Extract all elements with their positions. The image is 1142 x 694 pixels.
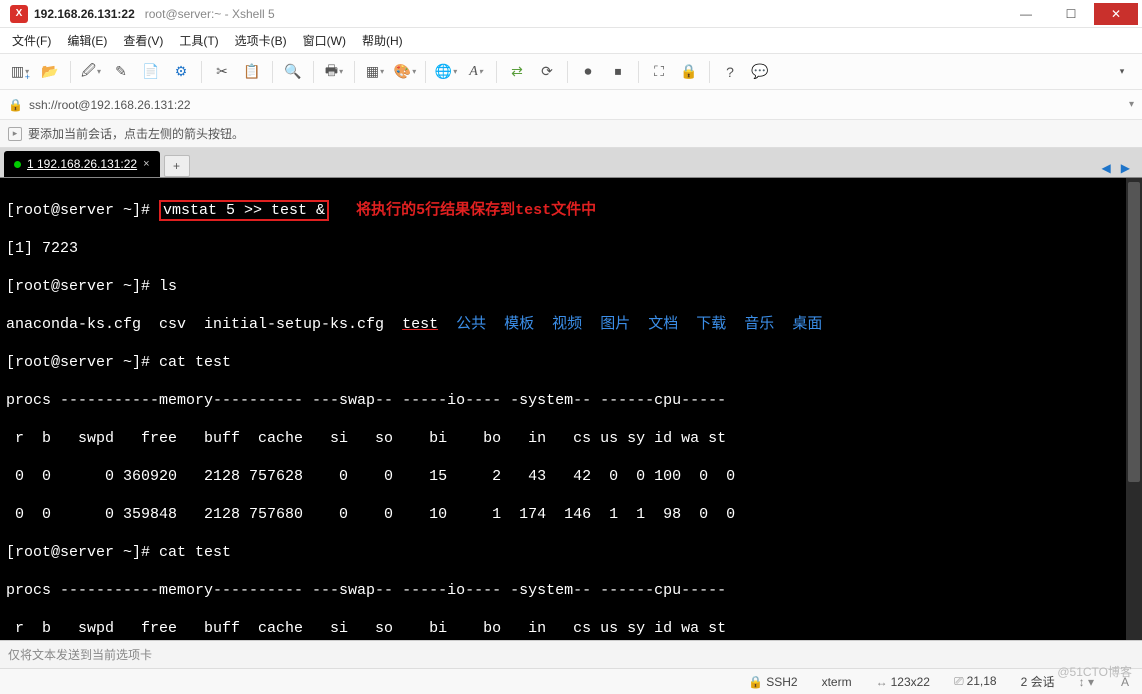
vmstat-cols: r b swpd free buff cache si so bi bo in …: [6, 619, 1136, 638]
prompt: [root@server ~]#: [6, 354, 159, 371]
search-icon[interactable]: 🔍: [281, 60, 305, 84]
vmstat-row: 0 0 0 360920 2128 757628 0 0 15 2 43 42 …: [6, 467, 1136, 486]
vmstat-row: 0 0 0 359848 2128 757680 0 0 10 1 174 14…: [6, 505, 1136, 524]
address-bar: 🔒 ssh://root@192.168.26.131:22 ▾: [0, 90, 1142, 120]
properties-icon[interactable]: 📄: [139, 60, 163, 84]
menu-tools[interactable]: 工具(T): [179, 32, 218, 49]
tab-label: 1 192.168.26.131:22: [27, 157, 137, 171]
colors-icon[interactable]: 🎨▾: [393, 60, 417, 84]
title-sub: root@server:~ - Xshell 5: [145, 7, 275, 21]
title-host: 192.168.26.131:22: [34, 7, 135, 21]
fullscreen-icon[interactable]: ⛶: [647, 60, 671, 84]
annotation: 将执行的5行结果保存到test文件中: [356, 202, 596, 219]
status-termtype: xterm: [822, 675, 852, 689]
ls-dir: 桌面: [792, 316, 822, 333]
tab-bar: 1 192.168.26.131:22 × + ◀ ▶: [0, 148, 1142, 178]
help-icon[interactable]: ?: [718, 60, 742, 84]
lock-status-icon: 🔒: [748, 675, 763, 689]
globe-icon[interactable]: 🌐▾: [434, 60, 458, 84]
terminal[interactable]: [root@server ~]# vmstat 5 >> test & 将执行的…: [0, 178, 1142, 640]
maximize-button[interactable]: ☐: [1049, 3, 1093, 25]
cmd: cat test: [159, 544, 231, 561]
address-dropdown-icon[interactable]: ▾: [1129, 99, 1134, 110]
status-sessions: 2 会话: [1021, 673, 1055, 690]
tab-prev-icon[interactable]: ◀: [1098, 159, 1115, 177]
stop-icon[interactable]: ⏹: [606, 60, 630, 84]
ls-dir: 文档: [648, 316, 678, 333]
paste-icon[interactable]: 📋: [240, 60, 264, 84]
reconnect-icon[interactable]: 🖉▾: [79, 60, 103, 84]
scrollbar-thumb[interactable]: [1128, 182, 1140, 482]
vmstat-header: procs -----------memory---------- ---swa…: [6, 391, 1136, 410]
lock-icon[interactable]: 🔒: [677, 60, 701, 84]
settings-icon[interactable]: ⚙: [169, 60, 193, 84]
status-cursor-pos: ⎚21,18: [954, 674, 997, 689]
session-url[interactable]: ssh://root@192.168.26.131:22: [29, 98, 191, 112]
prompt: [root@server ~]#: [6, 202, 159, 219]
tab-nav: ◀ ▶: [1098, 159, 1138, 177]
status-size: ↔123x22: [876, 675, 930, 689]
new-session-icon[interactable]: ▥+▾: [8, 60, 32, 84]
vmstat-header: procs -----------memory---------- ---swa…: [6, 581, 1136, 600]
terminal-scrollbar[interactable]: [1126, 178, 1142, 640]
title-bar: X 192.168.26.131:22 root@server:~ - Xshe…: [0, 0, 1142, 28]
transfer-icon[interactable]: ⇄: [505, 60, 529, 84]
ls-dir: 音乐: [744, 316, 774, 333]
menu-file[interactable]: 文件(F): [12, 32, 51, 49]
ls-dir: 图片: [600, 316, 630, 333]
refresh-icon[interactable]: ⟳: [535, 60, 559, 84]
tab-next-icon[interactable]: ▶: [1117, 159, 1134, 177]
status-dot-icon: [14, 161, 21, 168]
minimize-button[interactable]: —: [1004, 3, 1048, 25]
output-line: [1] 7223: [6, 239, 1136, 258]
prompt: [root@server ~]#: [6, 544, 159, 561]
ls-dir: 公共: [456, 316, 486, 333]
send-bar-placeholder: 仅将文本发送到当前选项卡: [8, 646, 152, 663]
status-rows-icon[interactable]: ↕ ▾: [1079, 675, 1094, 689]
copy-icon[interactable]: ✂: [210, 60, 234, 84]
ls-test-file: test: [402, 316, 438, 333]
vmstat-cols: r b swpd free buff cache si so bi bo in …: [6, 429, 1136, 448]
close-button[interactable]: ✕: [1094, 3, 1138, 25]
status-bar: 🔒SSH2 xterm ↔123x22 ⎚21,18 2 会话 ↕ ▾ A: [0, 668, 1142, 694]
ls-dir: 模板: [504, 316, 534, 333]
menu-window[interactable]: 窗口(W): [303, 32, 346, 49]
hint-text: 要添加当前会话，点击左侧的箭头按钮。: [28, 125, 244, 142]
font-icon[interactable]: A▾: [464, 60, 488, 84]
session-tab[interactable]: 1 192.168.26.131:22 ×: [4, 151, 160, 177]
cmd: ls: [159, 278, 177, 295]
menu-bar: 文件(F) 编辑(E) 查看(V) 工具(T) 选项卡(B) 窗口(W) 帮助(…: [0, 28, 1142, 54]
menu-tabs[interactable]: 选项卡(B): [235, 32, 287, 49]
menu-view[interactable]: 查看(V): [123, 32, 163, 49]
ls-dir: 视频: [552, 316, 582, 333]
bookmark-hint-icon[interactable]: ▸: [8, 127, 22, 141]
layout-icon[interactable]: ▦▾: [363, 60, 387, 84]
toolbar: ▥+▾ 📂 🖉▾ ✎ 📄 ⚙ ✂ 📋 🔍 🖶▾ ▦▾ 🎨▾ 🌐▾ A▾ ⇄ ⟳ …: [0, 54, 1142, 90]
record-icon[interactable]: ⏺: [576, 60, 600, 84]
send-bar[interactable]: 仅将文本发送到当前选项卡: [0, 640, 1142, 668]
ls-dir: 下载: [696, 316, 726, 333]
hint-bar: ▸ 要添加当前会话，点击左侧的箭头按钮。: [0, 120, 1142, 148]
prompt: [root@server ~]#: [6, 278, 159, 295]
menu-edit[interactable]: 编辑(E): [67, 32, 107, 49]
status-protocol: 🔒SSH2: [748, 675, 797, 689]
cmd: cat test: [159, 354, 231, 371]
tab-close-icon[interactable]: ×: [143, 158, 149, 170]
highlighted-command: vmstat 5 >> test &: [159, 200, 329, 221]
chat-icon[interactable]: 💬: [748, 60, 772, 84]
status-caps-icon: A: [1121, 675, 1129, 689]
lock-small-icon: 🔒: [8, 98, 23, 112]
new-tab-button[interactable]: +: [164, 155, 190, 177]
print-icon[interactable]: 🖶▾: [322, 60, 346, 84]
toolbar-overflow-icon[interactable]: ▾: [1110, 60, 1134, 84]
app-icon: X: [10, 5, 28, 23]
disconnect-icon[interactable]: ✎: [109, 60, 133, 84]
size-icon: ↔: [876, 675, 888, 689]
menu-help[interactable]: 帮助(H): [362, 32, 403, 49]
open-icon[interactable]: 📂: [38, 60, 62, 84]
ls-output: anaconda-ks.cfg csv initial-setup-ks.cfg: [6, 316, 402, 333]
